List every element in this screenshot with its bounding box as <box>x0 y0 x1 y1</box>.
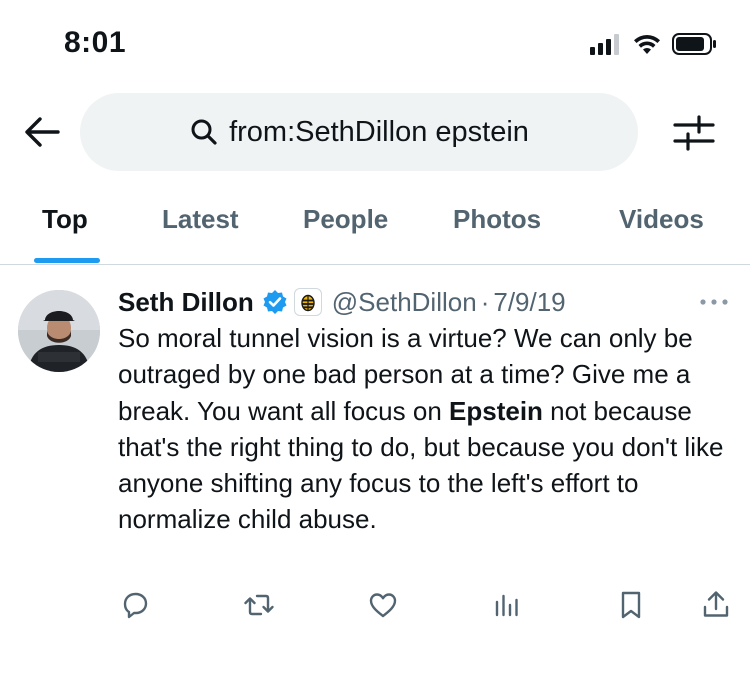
active-tab-indicator <box>34 258 100 263</box>
sliders-icon <box>673 115 715 151</box>
reply-button[interactable] <box>118 588 152 622</box>
tweet-header: Seth Dillon @SethDillon · 7/9/19 <box>118 284 566 320</box>
search-term-highlight: Epstein <box>449 395 543 426</box>
share-button[interactable] <box>699 588 733 622</box>
bookmark-button[interactable] <box>614 588 648 622</box>
tab-latest[interactable]: Latest <box>162 204 239 235</box>
header-separator: · <box>480 286 490 317</box>
search-tabs: Top Latest People Photos Videos <box>0 190 750 264</box>
more-horizontal-icon <box>700 299 728 305</box>
author-name[interactable]: Seth Dillon <box>118 287 254 318</box>
retweet-icon <box>244 594 274 616</box>
status-time: 8:01 <box>64 26 127 59</box>
author-handle[interactable]: @SethDillon <box>332 287 477 318</box>
bookmark-icon <box>621 591 641 619</box>
back-button[interactable] <box>22 112 62 152</box>
cellular-signal-icon <box>590 33 622 55</box>
tweet-actions <box>0 588 750 628</box>
tweet-date[interactable]: 7/9/19 <box>493 287 565 318</box>
search-input[interactable]: from:SethDillon epstein <box>80 93 638 171</box>
tabs-divider <box>0 264 750 265</box>
tab-top[interactable]: Top <box>42 204 88 235</box>
bee-icon <box>293 288 322 316</box>
tab-people[interactable]: People <box>303 204 388 235</box>
search-results-screen: 8:01 from:SethDillon epstein Top Latest … <box>0 0 750 685</box>
views-icon <box>495 594 518 617</box>
search-filter-button[interactable] <box>673 114 715 152</box>
arrow-left-icon <box>25 117 60 147</box>
more-options-button[interactable] <box>698 290 730 314</box>
views-button[interactable] <box>490 588 524 622</box>
like-button[interactable] <box>366 588 400 622</box>
verified-badge-icon <box>263 290 287 314</box>
search-query: from:SethDillon epstein <box>229 115 529 148</box>
avatar-photo <box>18 290 100 372</box>
tab-videos[interactable]: Videos <box>619 204 704 235</box>
search-icon <box>191 119 217 145</box>
retweet-button[interactable] <box>242 588 276 622</box>
reply-icon <box>123 592 148 619</box>
share-icon <box>703 591 729 617</box>
battery-icon <box>672 32 718 56</box>
like-icon <box>369 593 397 618</box>
wifi-icon <box>632 33 662 55</box>
status-icons <box>590 32 718 56</box>
tweet-text: So moral tunnel vision is a virtue? We c… <box>118 320 728 538</box>
tab-photos[interactable]: Photos <box>453 204 541 235</box>
avatar[interactable] <box>18 290 100 372</box>
